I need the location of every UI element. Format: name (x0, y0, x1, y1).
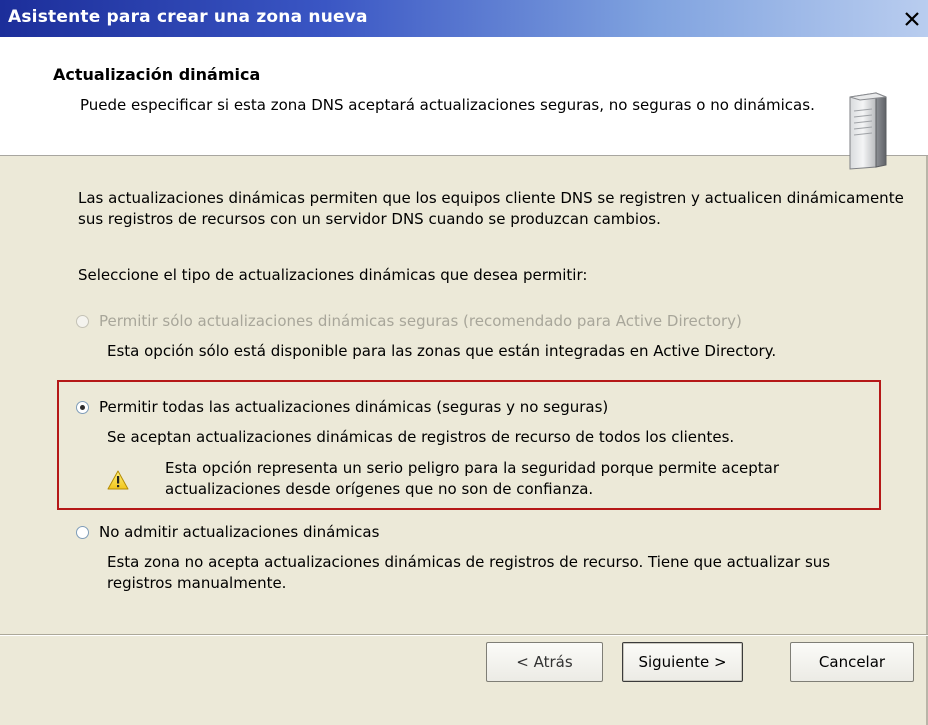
next-button[interactable]: Siguiente > (622, 642, 743, 682)
radio-no-updates[interactable] (76, 525, 89, 539)
window-title: Asistente para crear una zona nueva (8, 7, 368, 27)
warning-text: Esta opción representa un serio peligro … (165, 459, 779, 498)
close-icon (905, 12, 919, 26)
server-icon (849, 92, 887, 170)
selection-prompt: Seleccione el tipo de actualizaciones di… (78, 266, 588, 284)
back-button[interactable]: < Atrás (486, 642, 603, 682)
intro-text: Las actualizaciones dinámicas permiten q… (78, 189, 904, 228)
wizard-window: Asistente para crear una zona nueva Actu… (0, 0, 928, 725)
option-allow-all[interactable]: Permitir todas las actualizaciones dinám… (76, 398, 608, 416)
option-allow-all-label[interactable]: Permitir todas las actualizaciones dinám… (99, 398, 608, 416)
option-no-updates-description: Esta zona no acepta actualizaciones diná… (107, 553, 831, 592)
footer-separator (0, 634, 928, 636)
cancel-button[interactable]: Cancelar (790, 642, 914, 682)
option-allow-all-description: Se aceptan actualizaciones dinámicas de … (107, 428, 735, 446)
option-secure-only[interactable]: Permitir sólo actualizaciones dinámicas … (76, 312, 742, 330)
radio-secure-only[interactable] (76, 314, 89, 328)
radio-allow-all[interactable] (76, 400, 89, 414)
title-bar: Asistente para crear una zona nueva (0, 0, 928, 37)
wizard-header: Actualización dinámica Puede especificar… (0, 37, 928, 170)
page-title: Actualización dinámica (53, 65, 261, 84)
warning-icon (107, 470, 129, 490)
option-no-updates-label[interactable]: No admitir actualizaciones dinámicas (99, 523, 379, 541)
option-secure-only-description: Esta opción sólo está disponible para la… (107, 342, 777, 360)
option-no-updates[interactable]: No admitir actualizaciones dinámicas (76, 523, 379, 541)
page-description: Puede especificar si esta zona DNS acept… (80, 96, 815, 114)
option-secure-only-label[interactable]: Permitir sólo actualizaciones dinámicas … (99, 312, 742, 330)
close-button[interactable] (902, 9, 922, 29)
